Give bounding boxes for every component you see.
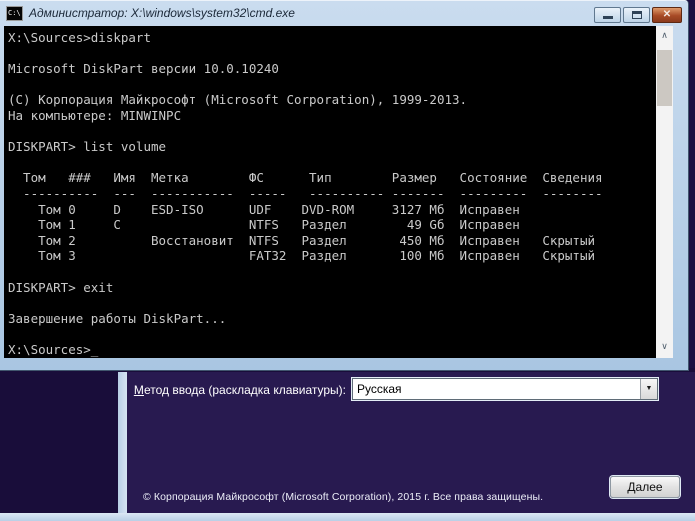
keyboard-layout-value: Русская xyxy=(357,382,402,396)
console-line: Завершение работы DiskPart... xyxy=(8,310,227,326)
combo-dropdown-arrow-icon[interactable]: ▼ xyxy=(640,379,657,399)
scroll-down-icon[interactable]: ∨ xyxy=(656,339,673,356)
console-line: На компьютере: MINWINPC xyxy=(8,107,182,123)
console-line: ---------- --- ----------- ----- -------… xyxy=(8,185,603,201)
cmd-icon[interactable]: C:\ xyxy=(6,5,23,21)
window-title: Администратор: X:\windows\system32\cmd.e… xyxy=(29,6,295,20)
keyboard-layout-select[interactable]: Русская ▼ xyxy=(352,378,658,400)
console-line: X:\Sources>_ xyxy=(8,341,99,357)
console-line: Том 1 C NTFS Раздел 49 Gб Исправен xyxy=(8,217,520,233)
copyright-text: © Корпорация Майкрософт (Microsoft Corpo… xyxy=(143,491,544,503)
keyboard-label-text: етод ввода (раскладка клавиатуры): xyxy=(143,383,346,397)
console-line: X:\Sources>diskpart xyxy=(8,30,151,45)
next-button[interactable]: Далее xyxy=(610,476,680,498)
close-button[interactable]: ✕ xyxy=(652,7,682,23)
next-button-accesskey: Д xyxy=(627,480,636,494)
window-controls: ✕ xyxy=(594,7,682,23)
scroll-up-icon[interactable]: ∧ xyxy=(656,28,673,45)
desktop-background xyxy=(0,368,118,513)
minimize-icon xyxy=(603,16,613,19)
scrollbar-thumb[interactable] xyxy=(657,50,672,106)
maximize-button[interactable] xyxy=(623,7,650,23)
screen: Метод ввода (раскладка клавиатуры): Русс… xyxy=(0,0,695,521)
keyboard-label-accesskey: М xyxy=(133,383,144,397)
console-client[interactable]: X:\Sources>diskpart Microsoft DiskPart в… xyxy=(4,26,673,358)
console-line: Том ### Имя Метка ФС Тип Размер Состояни… xyxy=(8,170,603,186)
setup-window-bottom-border xyxy=(0,513,695,521)
console-line: Microsoft DiskPart версии 10.0.10240 xyxy=(8,61,279,77)
console-line: Том 0 D ESD-ISO UDF DVD-ROM 3127 Мб Испр… xyxy=(8,201,520,217)
console-line: (C) Корпорация Майкрософт (Microsoft Cor… xyxy=(8,92,468,108)
console-line: DISKPART> exit xyxy=(8,279,114,295)
next-button-text: алее xyxy=(635,480,663,494)
console-line: DISKPART> list volume xyxy=(8,139,167,155)
console-line: Том 2 Восстановит NTFS Раздел 450 Мб Исп… xyxy=(8,232,595,248)
cmd-window: C:\ Администратор: X:\windows\system32\c… xyxy=(0,0,689,371)
vertical-scrollbar[interactable]: ∧ ∨ xyxy=(656,26,673,358)
minimize-button[interactable] xyxy=(594,7,621,23)
keyboard-layout-label: Метод ввода (раскладка клавиатуры): xyxy=(118,383,346,397)
close-icon: ✕ xyxy=(662,9,672,20)
titlebar[interactable]: C:\ Администратор: X:\windows\system32\c… xyxy=(0,0,688,26)
console-output: X:\Sources>diskpart Microsoft DiskPart в… xyxy=(8,30,603,357)
maximize-icon xyxy=(632,11,642,19)
console-line: Том 3 FAT32 Раздел 100 Мб Исправен Скрыт… xyxy=(8,248,595,264)
